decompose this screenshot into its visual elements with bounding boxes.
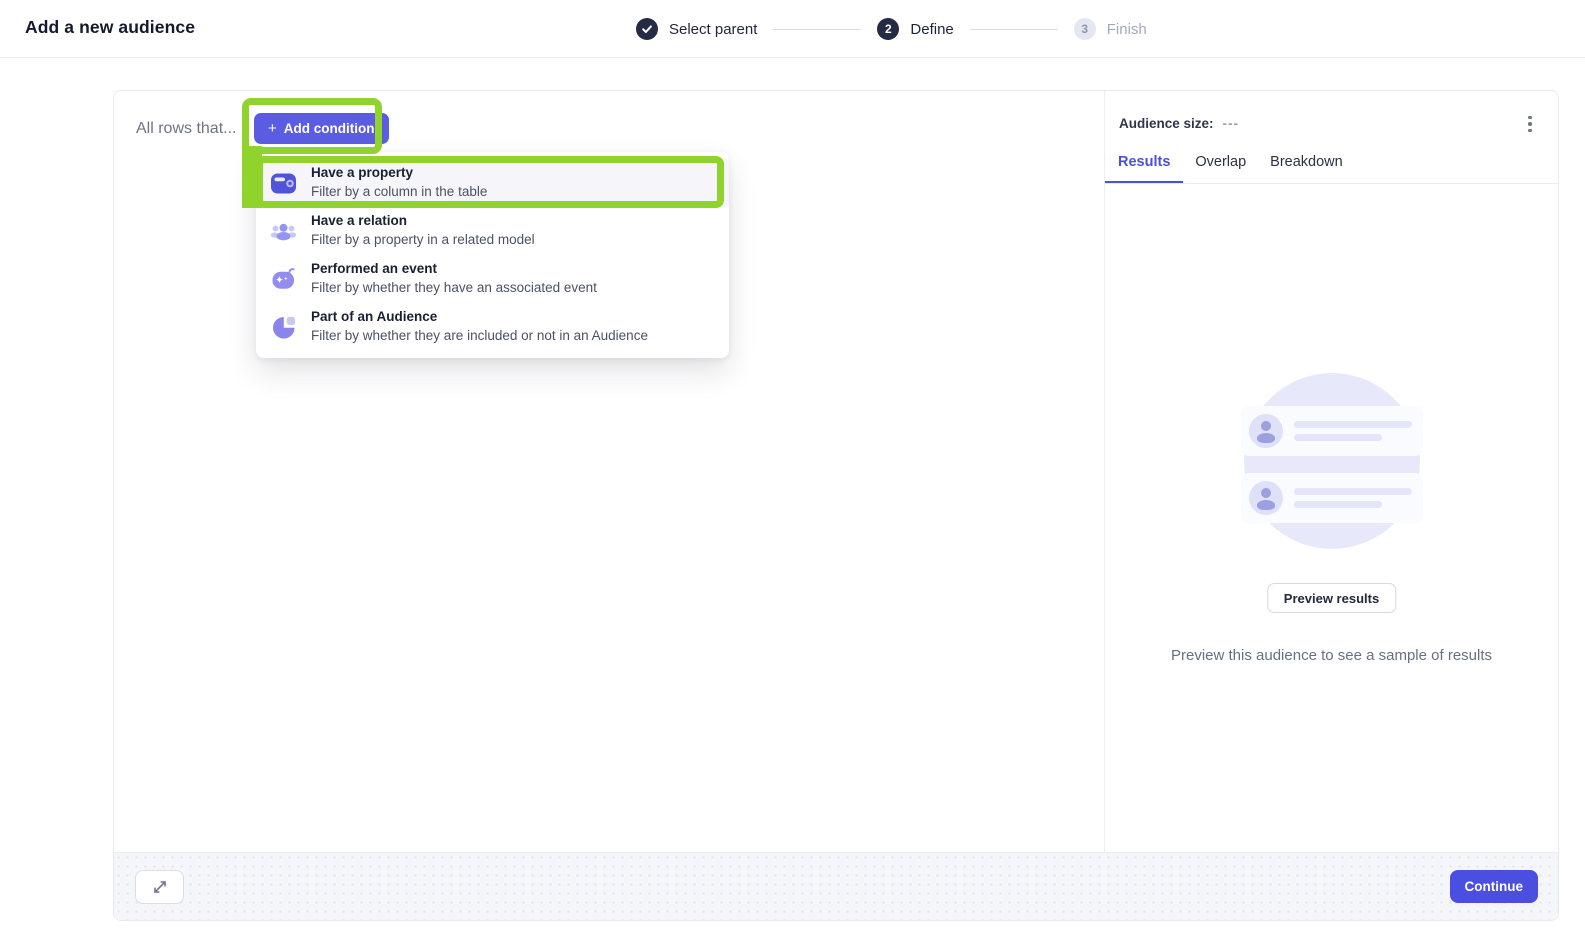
check-icon: [641, 23, 653, 35]
menu-item-have-a-property[interactable]: Have a property Filter by a column in th…: [256, 159, 729, 207]
step-connector-line: [970, 29, 1058, 30]
plus-icon: +: [268, 120, 277, 137]
illustration-row: [1241, 406, 1423, 456]
builder-footer: Continue: [114, 852, 1558, 920]
menu-item-title: Have a relation: [311, 213, 535, 230]
wizard-stepper: Select parent 2 Define 3 Finish: [636, 0, 1147, 58]
preview-tabs: Results Overlap Breakdown: [1105, 154, 1343, 183]
menu-item-title: Performed an event: [311, 261, 597, 278]
users-icon: [270, 218, 297, 245]
audience-size-row: Audience size: ---: [1119, 116, 1239, 131]
top-header: Add a new audience Select parent 2 Defin…: [0, 0, 1585, 58]
tab-overlap[interactable]: Overlap: [1195, 154, 1246, 183]
menu-item-description: Filter by a column in the table: [311, 184, 487, 201]
placeholder-bar: [1294, 488, 1412, 495]
step-label: Select parent: [669, 21, 757, 38]
step-label: Define: [910, 21, 953, 38]
add-condition-button[interactable]: + Add condition: [254, 113, 389, 144]
condition-type-menu: Have a property Filter by a column in th…: [256, 152, 729, 358]
step-finish[interactable]: 3 Finish: [1074, 18, 1147, 40]
event-icon: [270, 266, 297, 293]
empty-state-hint: Preview this audience to see a sample of…: [1105, 647, 1558, 664]
menu-item-title: Part of an Audience: [311, 309, 648, 326]
all-rows-label: All rows that...: [136, 120, 236, 138]
person-avatar: [1249, 481, 1283, 515]
placeholder-bar: [1294, 421, 1412, 428]
person-avatar: [1249, 414, 1283, 448]
tabs-divider: [1105, 183, 1558, 184]
menu-item-have-a-relation[interactable]: Have a relation Filter by a property in …: [256, 207, 729, 255]
step-select-parent[interactable]: Select parent: [636, 18, 757, 40]
placeholder-bar: [1294, 501, 1382, 508]
wallet-icon: [270, 170, 297, 197]
continue-button[interactable]: Continue: [1450, 870, 1539, 903]
step-upcoming-circle: 3: [1074, 18, 1096, 40]
step-active-circle: 2: [877, 18, 899, 40]
tab-results[interactable]: Results: [1105, 154, 1183, 183]
add-condition-label: Add condition: [284, 121, 375, 136]
page-title: Add a new audience: [25, 17, 195, 38]
menu-item-performed-an-event[interactable]: Performed an event Filter by whether the…: [256, 255, 729, 303]
preview-results-button[interactable]: Preview results: [1267, 583, 1396, 613]
preview-panel: Audience size: --- Results Overlap Break…: [1105, 91, 1558, 854]
illustration-row: [1241, 473, 1423, 523]
step-label: Finish: [1107, 21, 1147, 38]
menu-item-part-of-an-audience[interactable]: Part of an Audience Filter by whether th…: [256, 303, 729, 351]
step-define[interactable]: 2 Define: [877, 18, 953, 40]
placeholder-bar: [1294, 434, 1382, 441]
audience-size-value: ---: [1223, 116, 1240, 131]
menu-item-description: Filter by whether they have an associate…: [311, 280, 597, 297]
kebab-menu-icon[interactable]: [1517, 111, 1543, 137]
expand-icon: [151, 878, 169, 896]
tab-breakdown[interactable]: Breakdown: [1270, 154, 1343, 183]
menu-item-description: Filter by whether they are included or n…: [311, 328, 648, 345]
audience-size-label: Audience size:: [1119, 116, 1214, 131]
menu-item-description: Filter by a property in a related model: [311, 232, 535, 249]
expand-button[interactable]: [135, 870, 184, 904]
empty-state-illustration: [1241, 373, 1423, 549]
pie-chart-icon: [270, 314, 297, 341]
menu-item-title: Have a property: [311, 165, 487, 182]
step-complete-circle: [636, 18, 658, 40]
step-connector-line: [773, 29, 861, 30]
